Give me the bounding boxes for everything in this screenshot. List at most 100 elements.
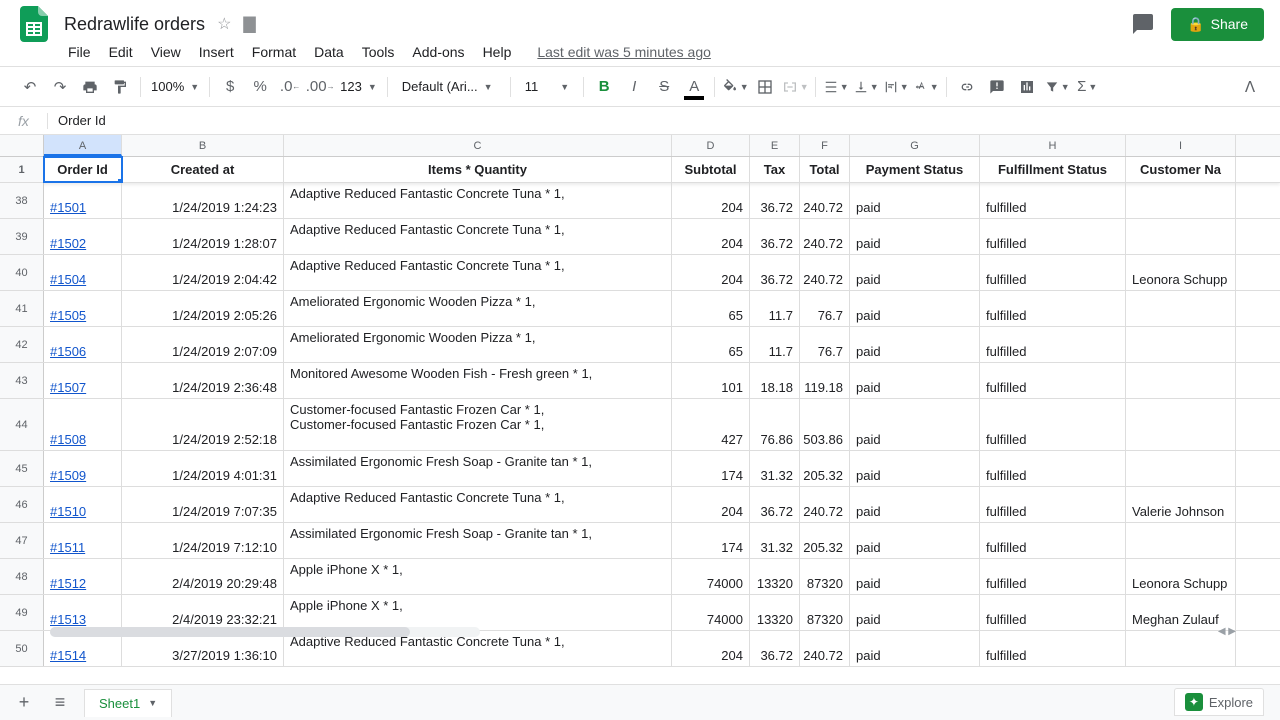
menu-help[interactable]: Help: [483, 44, 512, 60]
redo-icon[interactable]: ↷: [46, 73, 74, 101]
cell-created[interactable]: 1/24/2019 1:24:23: [122, 183, 284, 218]
cell-created[interactable]: 2/4/2019 20:29:48: [122, 559, 284, 594]
cell-payment[interactable]: paid: [850, 559, 980, 594]
cell-items[interactable]: Customer-focused Fantastic Frozen Car * …: [284, 399, 672, 450]
cell-tax[interactable]: 11.7: [750, 291, 800, 326]
cell-orderid[interactable]: #1508: [44, 399, 122, 450]
cell-tax[interactable]: 36.72: [750, 631, 800, 666]
cell-header-fulfillment[interactable]: Fulfillment Status: [980, 157, 1126, 182]
cell-customer[interactable]: Leonora Schupp: [1126, 255, 1236, 290]
cell-total[interactable]: 240.72: [800, 487, 850, 522]
row-header[interactable]: 43: [0, 363, 44, 398]
cell-customer[interactable]: Leonora Schupp: [1126, 559, 1236, 594]
cell-header-customer[interactable]: Customer Na: [1126, 157, 1236, 182]
cell-items[interactable]: Ameliorated Ergonomic Wooden Pizza * 1,: [284, 327, 672, 362]
italic-icon[interactable]: I: [620, 73, 648, 101]
more-formats-dropdown[interactable]: 123▼: [336, 79, 381, 94]
cell-total[interactable]: 87320: [800, 595, 850, 630]
cell-tax[interactable]: 18.18: [750, 363, 800, 398]
row-header[interactable]: 48: [0, 559, 44, 594]
cell-items[interactable]: Adaptive Reduced Fantastic Concrete Tuna…: [284, 487, 672, 522]
cell-fulfillment[interactable]: fulfilled: [980, 559, 1126, 594]
cell-subtotal[interactable]: 65: [672, 291, 750, 326]
cell-payment[interactable]: paid: [850, 363, 980, 398]
cell-header-orderid[interactable]: Order Id: [44, 157, 122, 182]
col-header-a[interactable]: A: [44, 135, 122, 156]
document-title[interactable]: Redrawlife orders: [64, 14, 205, 35]
row-header[interactable]: 46: [0, 487, 44, 522]
cell-payment[interactable]: paid: [850, 595, 980, 630]
cell-orderid[interactable]: #1505: [44, 291, 122, 326]
borders-icon[interactable]: [751, 73, 779, 101]
cell-total[interactable]: 76.7: [800, 327, 850, 362]
cell-fulfillment[interactable]: fulfilled: [980, 255, 1126, 290]
text-color-icon[interactable]: A: [680, 73, 708, 101]
horizontal-align-icon[interactable]: ▼: [822, 73, 850, 101]
cell-total[interactable]: 503.86: [800, 399, 850, 450]
cell-tax[interactable]: 13320: [750, 559, 800, 594]
cell-total[interactable]: 205.32: [800, 523, 850, 558]
collapse-toolbar-icon[interactable]: ᐱ: [1236, 73, 1264, 101]
cell-created[interactable]: 1/24/2019 7:12:10: [122, 523, 284, 558]
select-all-corner[interactable]: [0, 135, 44, 156]
cell-created[interactable]: 1/24/2019 7:07:35: [122, 487, 284, 522]
cell-fulfillment[interactable]: fulfilled: [980, 327, 1126, 362]
cell-tax[interactable]: 31.32: [750, 451, 800, 486]
cell-items[interactable]: Monitored Awesome Wooden Fish - Fresh gr…: [284, 363, 672, 398]
cell-customer[interactable]: [1126, 399, 1236, 450]
formula-input[interactable]: Order Id: [48, 113, 1280, 128]
row-header[interactable]: 44: [0, 399, 44, 450]
cell-tax[interactable]: 36.72: [750, 183, 800, 218]
cell-header-subtotal[interactable]: Subtotal: [672, 157, 750, 182]
sheet-tab-caret-icon[interactable]: ▼: [148, 698, 157, 708]
cell-fulfillment[interactable]: fulfilled: [980, 631, 1126, 666]
vertical-scrollbar[interactable]: [1240, 285, 1250, 675]
menu-edit[interactable]: Edit: [109, 44, 133, 60]
cell-orderid[interactable]: #1506: [44, 327, 122, 362]
currency-icon[interactable]: $: [216, 73, 244, 101]
cell-subtotal[interactable]: 204: [672, 183, 750, 218]
cell-items[interactable]: Apple iPhone X * 1,: [284, 559, 672, 594]
cell-items[interactable]: Assimilated Ergonomic Fresh Soap - Grani…: [284, 451, 672, 486]
cell-orderid[interactable]: #1502: [44, 219, 122, 254]
col-header-d[interactable]: D: [672, 135, 750, 156]
cell-fulfillment[interactable]: fulfilled: [980, 219, 1126, 254]
cell-tax[interactable]: 36.72: [750, 219, 800, 254]
col-header-b[interactable]: B: [122, 135, 284, 156]
cell-total[interactable]: 240.72: [800, 183, 850, 218]
row-header[interactable]: 41: [0, 291, 44, 326]
cell-fulfillment[interactable]: fulfilled: [980, 487, 1126, 522]
cell-payment[interactable]: paid: [850, 631, 980, 666]
cell-fulfillment[interactable]: fulfilled: [980, 451, 1126, 486]
cell-header-items[interactable]: Items * Quantity: [284, 157, 672, 182]
insert-comment-icon[interactable]: [983, 73, 1011, 101]
share-button[interactable]: 🔒 Share: [1171, 8, 1264, 41]
vertical-align-icon[interactable]: ▼: [852, 73, 880, 101]
cell-fulfillment[interactable]: fulfilled: [980, 363, 1126, 398]
cell-header-tax[interactable]: Tax: [750, 157, 800, 182]
fill-color-icon[interactable]: ▼: [721, 73, 749, 101]
cell-created[interactable]: 2/4/2019 23:32:21: [122, 595, 284, 630]
cell-customer[interactable]: [1126, 219, 1236, 254]
cell-subtotal[interactable]: 101: [672, 363, 750, 398]
cell-items[interactable]: Adaptive Reduced Fantastic Concrete Tuna…: [284, 255, 672, 290]
row-header[interactable]: 47: [0, 523, 44, 558]
menu-data[interactable]: Data: [314, 44, 344, 60]
cell-payment[interactable]: paid: [850, 451, 980, 486]
sheets-logo-icon[interactable]: [16, 6, 52, 42]
cell-customer[interactable]: [1126, 291, 1236, 326]
cell-payment[interactable]: paid: [850, 327, 980, 362]
text-wrap-icon[interactable]: ▼: [882, 73, 910, 101]
cell-created[interactable]: 1/24/2019 4:01:31: [122, 451, 284, 486]
cell-created[interactable]: 1/24/2019 1:28:07: [122, 219, 284, 254]
cell-items[interactable]: Ameliorated Ergonomic Wooden Pizza * 1,: [284, 291, 672, 326]
cell-subtotal[interactable]: 65: [672, 327, 750, 362]
cell-subtotal[interactable]: 204: [672, 255, 750, 290]
row-header[interactable]: 39: [0, 219, 44, 254]
cell-fulfillment[interactable]: fulfilled: [980, 595, 1126, 630]
filter-icon[interactable]: ▼: [1043, 73, 1071, 101]
menu-format[interactable]: Format: [252, 44, 296, 60]
insert-link-icon[interactable]: [953, 73, 981, 101]
cell-payment[interactable]: paid: [850, 523, 980, 558]
cell-created[interactable]: 1/24/2019 2:04:42: [122, 255, 284, 290]
